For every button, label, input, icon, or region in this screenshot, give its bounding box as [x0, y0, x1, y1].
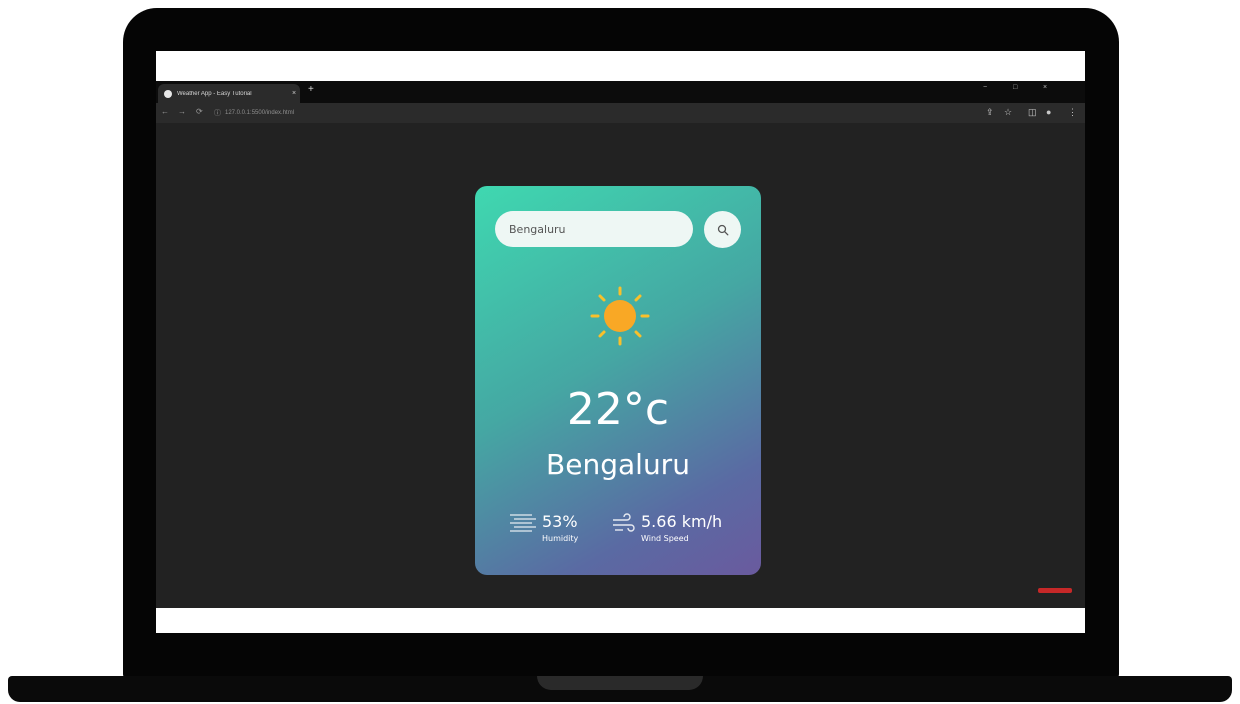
tab-bar: Weather App - Easy Tutorial × + − □ × [156, 81, 1085, 103]
tab-close-icon[interactable]: × [288, 90, 300, 97]
city-name: Bengaluru [546, 448, 690, 481]
temperature: 22°c [566, 384, 670, 435]
address-url: 127.0.0.1:5500/index.html [225, 110, 295, 116]
back-icon[interactable]: ← [161, 107, 169, 116]
humidity-label: Humidity [542, 534, 579, 543]
bookmark-star-icon[interactable]: ☆ [1004, 107, 1012, 118]
humidity-block: 53% Humidity [508, 512, 578, 543]
laptop-notch [537, 676, 703, 690]
wind-icon [613, 513, 635, 532]
recording-badge [1038, 588, 1072, 593]
weather-card: 22°c Bengaluru 53% Humidity [475, 186, 761, 575]
maximize-button[interactable]: □ [1013, 84, 1017, 91]
wind-label: Wind Speed [641, 534, 689, 543]
browser-window: Weather App - Easy Tutorial × + − □ × ← … [156, 81, 1085, 608]
humidity-icon [510, 514, 536, 532]
profile-icon[interactable]: ● [1046, 107, 1051, 117]
extensions-icon[interactable]: ◫ [1028, 107, 1037, 118]
site-info-icon[interactable]: ⓘ [214, 108, 221, 118]
menu-icon[interactable]: ⋮ [1068, 107, 1077, 118]
browser-tab[interactable]: Weather App - Easy Tutorial × [158, 84, 300, 103]
search-button[interactable] [704, 211, 741, 248]
browser-toolbar: ← → ⟳ ⓘ 127.0.0.1:5500/index.html ⇪ ☆ ◫ … [156, 103, 1085, 123]
wind-block: 5.66 km/h Wind Speed [611, 512, 722, 543]
reload-icon[interactable]: ⟳ [196, 107, 203, 116]
wind-value: 5.66 km/h [641, 512, 723, 531]
minimize-button[interactable]: − [983, 84, 987, 91]
city-search-input[interactable] [495, 211, 693, 247]
laptop-screen: Weather App - Easy Tutorial × + − □ × ← … [156, 51, 1085, 633]
sun-icon [590, 286, 650, 346]
tab-title: Weather App - Easy Tutorial [177, 90, 252, 97]
share-icon[interactable]: ⇪ [986, 107, 994, 118]
forward-icon[interactable]: → [178, 107, 186, 116]
search-icon [717, 224, 728, 235]
new-tab-button[interactable]: + [308, 84, 314, 95]
address-bar[interactable]: ⓘ 127.0.0.1:5500/index.html [214, 106, 974, 120]
close-window-button[interactable]: × [1043, 84, 1047, 91]
humidity-value: 53% [542, 512, 578, 531]
favicon-icon [164, 89, 172, 98]
